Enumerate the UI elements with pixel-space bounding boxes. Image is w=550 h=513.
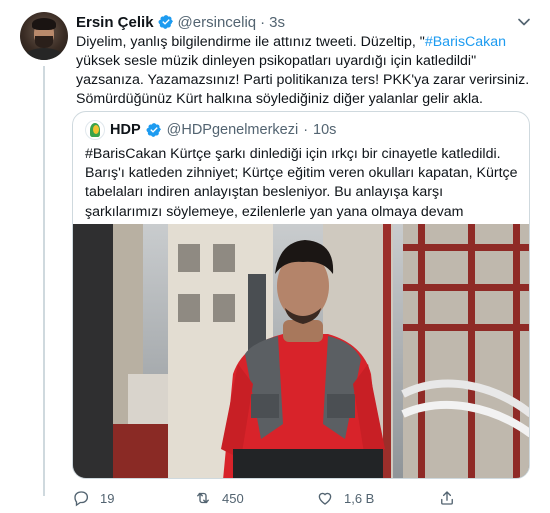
quoted-avatar[interactable] — [85, 120, 105, 140]
quoted-tweet[interactable]: HDP @HDPgenelmerkezi · 10s #BarisCakan K… — [72, 111, 530, 479]
reply-icon — [74, 491, 89, 507]
tweet-header: Ersin Çelik @ersinceliq · 3s — [76, 12, 285, 32]
chevron-down-icon[interactable] — [514, 12, 534, 32]
retweet-count: 450 — [222, 490, 244, 506]
separator-dot: · — [303, 122, 309, 138]
tweet-timestamp[interactable]: 3s — [269, 14, 285, 31]
verified-badge-icon — [158, 15, 173, 29]
tweet-text-part: Diyelim, yanlış bilgilendirme ile attını… — [76, 34, 425, 50]
quoted-timestamp[interactable]: 10s — [313, 122, 336, 138]
photo-illustration — [73, 224, 529, 478]
tweet-text-part: yüksek sesle müzik dinleyen psikopatları… — [76, 53, 530, 107]
reply-count: 19 — [100, 490, 115, 506]
tweet-text: Diyelim, yanlış bilgilendirme ile attını… — [76, 33, 532, 109]
hashtag-link[interactable]: #BarisCakan — [425, 34, 506, 50]
author-handle[interactable]: @ersinceliq — [178, 14, 257, 31]
quoted-author-handle[interactable]: @HDPgenelmerkezi — [167, 122, 299, 138]
separator-dot: · — [260, 13, 266, 31]
share-button[interactable] — [438, 488, 456, 508]
quoted-tweet-header: HDP @HDPgenelmerkezi · 10s — [85, 120, 336, 140]
quoted-author-name[interactable]: HDP — [110, 122, 141, 138]
like-count: 1,6 B — [344, 490, 375, 506]
tweet-card[interactable]: Ersin Çelik @ersinceliq · 3s Diyelim, ya… — [0, 0, 550, 513]
retweet-icon — [197, 492, 209, 504]
reply-button[interactable]: 19 — [72, 488, 114, 508]
share-icon — [441, 491, 453, 505]
avatar[interactable] — [20, 12, 68, 60]
tweet-actions: 19 450 1,6 B — [72, 488, 532, 508]
verified-badge-icon — [146, 123, 161, 137]
like-button[interactable]: 1,6 B — [316, 488, 374, 508]
author-name[interactable]: Ersin Çelik — [76, 14, 154, 31]
thread-line — [43, 66, 45, 496]
quoted-tweet-photo[interactable] — [73, 224, 529, 478]
like-icon — [318, 492, 332, 505]
retweet-button[interactable]: 450 — [194, 488, 244, 508]
